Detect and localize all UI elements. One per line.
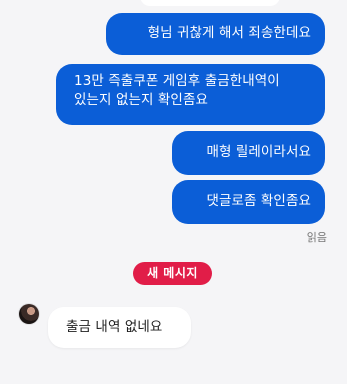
received-message-bubble[interactable]: 출금 내역 없네요: [48, 307, 191, 348]
sent-message-bubble[interactable]: 댓글로좀 확인좀요: [172, 180, 325, 224]
sent-message-bubble[interactable]: 매형 릴레이라서요: [172, 131, 325, 175]
sender-avatar[interactable]: [19, 304, 39, 324]
sent-message-bubble[interactable]: 13만 즉출쿠폰 게임후 출금한내역이 있는지 없는지 확인좀요: [56, 64, 325, 125]
previous-message-edge: [140, 0, 280, 6]
read-receipt: 읽음: [306, 231, 327, 244]
sent-message-bubble[interactable]: 형님 귀찮게 해서 죄송한데요: [106, 13, 325, 55]
new-messages-divider: 새 메시지: [133, 262, 212, 285]
